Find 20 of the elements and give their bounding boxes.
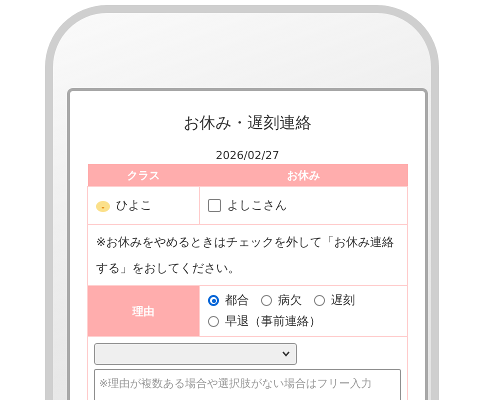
radio-label: 病欠 <box>278 292 302 309</box>
radio-button[interactable] <box>208 316 219 327</box>
radio-label: 都合 <box>225 292 249 309</box>
radio-button[interactable] <box>261 295 272 306</box>
column-header: お休み <box>200 164 408 186</box>
radio-button[interactable] <box>314 295 325 306</box>
radio-label: 早退（事前連絡） <box>225 313 321 330</box>
radio-label: 遅刻 <box>331 292 355 309</box>
caret-icon <box>282 351 290 357</box>
column-header: クラス <box>88 164 200 186</box>
absence-checkbox[interactable] <box>208 199 221 212</box>
radio-button[interactable] <box>208 295 219 306</box>
chick-icon <box>96 200 110 212</box>
student-name: よしこさん <box>227 197 287 214</box>
class-name: ひよこ <box>116 197 152 214</box>
reason-dropdown[interactable] <box>94 343 297 365</box>
page-title: お休み・遅刻連絡 <box>182 113 312 134</box>
date-label: 2026/02/27 <box>214 149 280 162</box>
reason-label: 理由 <box>88 286 200 336</box>
reason-text-field[interactable]: ※理由が複数ある場合や選択肢がない場合はフリー入力 <box>94 369 401 400</box>
